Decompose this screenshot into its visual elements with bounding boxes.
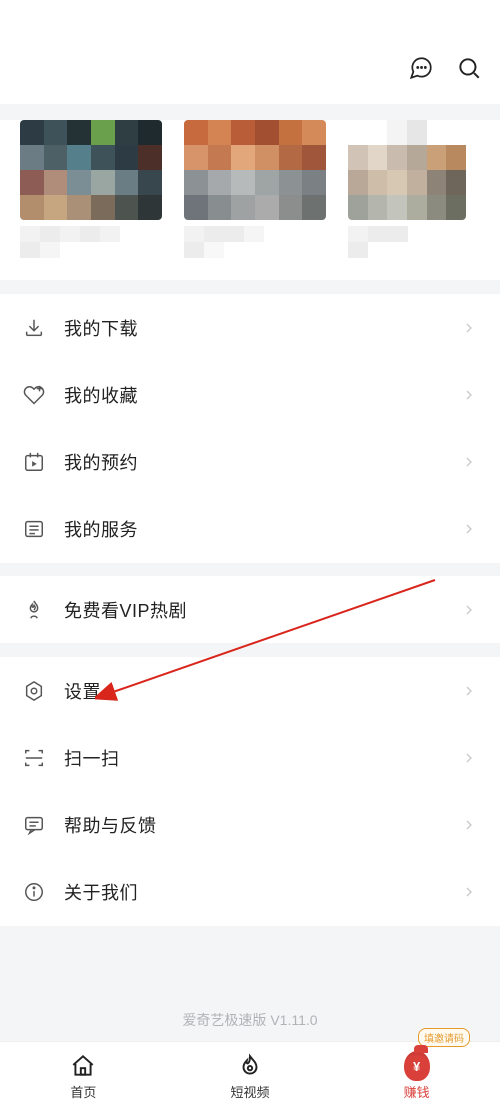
tab-label: 首页 [70, 1082, 96, 1101]
truncated-section-title [0, 96, 500, 104]
tab-label: 赚钱 [404, 1082, 430, 1101]
chevron-right-icon [460, 601, 478, 619]
chevron-right-icon [460, 520, 478, 538]
row-label: 扫一扫 [64, 745, 442, 771]
menu-group: 免费看VIP热剧 [0, 576, 500, 643]
row-downloads[interactable]: 我的下载 [0, 294, 500, 361]
row-favorites[interactable]: 我的收藏 [0, 361, 500, 428]
row-scan[interactable]: 扫一扫 [0, 724, 500, 791]
menu-group: 我的下载 我的收藏 我的预约 我的服务 [0, 294, 500, 563]
tab-bar: 首页 短视频 填邀请码 赚钱 [0, 1041, 500, 1111]
row-label: 我的下载 [64, 315, 442, 341]
tab-earn[interactable]: 填邀请码 赚钱 [333, 1042, 500, 1111]
calendar-icon [22, 450, 46, 474]
chevron-right-icon [460, 883, 478, 901]
tab-shorts[interactable]: 短视频 [167, 1042, 334, 1111]
download-icon [22, 316, 46, 340]
hex-gear-icon [22, 679, 46, 703]
row-label: 我的预约 [64, 449, 442, 475]
chevron-right-icon [460, 682, 478, 700]
row-label: 帮助与反馈 [64, 812, 442, 838]
info-icon [22, 880, 46, 904]
chevron-right-icon [460, 319, 478, 337]
menu-group: 设置 扫一扫 帮助与反馈 关于我们 [0, 657, 500, 926]
row-label: 免费看VIP热剧 [64, 597, 442, 623]
chevron-right-icon [460, 453, 478, 471]
row-feedback[interactable]: 帮助与反馈 [0, 791, 500, 858]
flame-icon [22, 598, 46, 622]
top-bar [0, 0, 500, 96]
comment-icon [22, 813, 46, 837]
heart-plus-icon [22, 383, 46, 407]
row-reservations[interactable]: 我的预约 [0, 428, 500, 495]
watch-history-strip[interactable] [0, 120, 500, 280]
row-label: 关于我们 [64, 879, 442, 905]
tab-label: 短视频 [231, 1082, 270, 1101]
search-icon[interactable] [456, 55, 482, 81]
money-bag-icon [404, 1053, 430, 1079]
history-thumb[interactable] [20, 120, 162, 220]
list-icon [22, 517, 46, 541]
home-icon [70, 1053, 96, 1079]
chevron-right-icon [460, 816, 478, 834]
history-thumb[interactable] [348, 120, 466, 220]
chevron-right-icon [460, 386, 478, 404]
fire-drop-icon [237, 1053, 263, 1079]
promo-badge: 填邀请码 [418, 1028, 470, 1047]
row-settings[interactable]: 设置 [0, 657, 500, 724]
row-vip-free[interactable]: 免费看VIP热剧 [0, 576, 500, 643]
history-thumb[interactable] [184, 120, 326, 220]
row-about[interactable]: 关于我们 [0, 858, 500, 925]
tab-home[interactable]: 首页 [0, 1042, 167, 1111]
row-label: 我的服务 [64, 516, 442, 542]
row-services[interactable]: 我的服务 [0, 495, 500, 562]
chevron-right-icon [460, 749, 478, 767]
scan-icon [22, 746, 46, 770]
chat-icon[interactable] [408, 55, 434, 81]
row-label: 设置 [64, 678, 442, 704]
row-label: 我的收藏 [64, 382, 442, 408]
version-text: 爱奇艺极速版 V1.11.0 [0, 1010, 500, 1030]
